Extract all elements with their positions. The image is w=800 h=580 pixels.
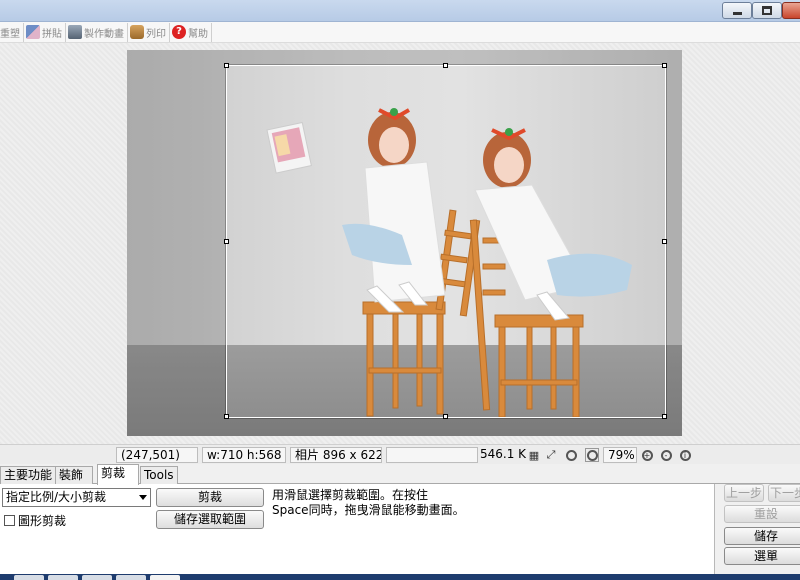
tab-bar: 主要功能 裝飾 剪裁 Tools bbox=[0, 464, 800, 485]
save-button[interactable]: 儲存 bbox=[724, 527, 800, 545]
tab-crop[interactable]: 剪裁 bbox=[97, 464, 139, 485]
toolbar-item-animation[interactable]: 製作動畫 bbox=[66, 22, 128, 42]
shape-crop-checkbox[interactable]: 圖形剪裁 bbox=[4, 512, 66, 529]
zoom-fit-icon[interactable] bbox=[585, 448, 599, 462]
crop-help-text: 用滑鼠選擇剪裁範圍。在按住 Space同時，拖曳滑鼠能移動畫面。 bbox=[272, 488, 532, 518]
crop-panel: 指定比例/大小剪裁 圖形剪裁 剪裁 儲存選取範圍 用滑鼠選擇剪裁範圍。在按住 S… bbox=[0, 484, 714, 574]
print-icon bbox=[130, 25, 144, 39]
crop-handle-bottom-left[interactable] bbox=[224, 414, 229, 419]
crop-mode-select[interactable]: 指定比例/大小剪裁 bbox=[2, 488, 151, 507]
file-size: 546.1 KB bbox=[480, 447, 526, 461]
taskbar-tab[interactable] bbox=[14, 575, 44, 580]
help-line-1: 用滑鼠選擇剪裁範圍。在按住 bbox=[272, 488, 429, 502]
toolbar-item-help[interactable]: ? 幫助 bbox=[170, 22, 212, 42]
toolbar-item-label: 製作動畫 bbox=[84, 28, 124, 40]
save-selection-button[interactable]: 儲存選取範圍 bbox=[156, 510, 264, 529]
animation-icon bbox=[68, 25, 82, 39]
crop-mode-value: 指定比例/大小剪裁 bbox=[6, 490, 107, 504]
crop-handle-top-left[interactable] bbox=[224, 63, 229, 68]
help-icon: ? bbox=[172, 25, 186, 39]
photo-size: 相片 896 x 622 bbox=[290, 447, 382, 463]
taskbar-tab-active[interactable] bbox=[150, 575, 180, 580]
cursor-coords: (247,501) bbox=[116, 447, 198, 463]
shape-crop-label: 圖形剪裁 bbox=[18, 514, 67, 528]
taskbar-tab[interactable] bbox=[116, 575, 146, 580]
taskbar-tab[interactable] bbox=[48, 575, 78, 580]
redo-button[interactable]: 下一步 bbox=[768, 484, 800, 502]
reset-button[interactable]: 重設 bbox=[724, 505, 800, 523]
zoom-level[interactable]: 79% bbox=[603, 447, 637, 463]
close-button[interactable] bbox=[782, 2, 800, 19]
crop-shade-bottom bbox=[226, 418, 666, 436]
checker-icon[interactable]: ▦ bbox=[527, 448, 541, 462]
minimize-icon bbox=[733, 12, 742, 15]
taskbar-strip bbox=[0, 574, 800, 580]
maximize-icon bbox=[762, 6, 772, 15]
selection-size: w:710 h:568 bbox=[202, 447, 286, 463]
checkbox-icon[interactable] bbox=[4, 515, 15, 526]
status-bar: (247,501) w:710 h:568 相片 896 x 622 546.1… bbox=[0, 444, 800, 464]
canvas-area[interactable] bbox=[0, 43, 800, 444]
toolbar-item-template[interactable]: 重塑 bbox=[0, 22, 24, 42]
crop-handle-bottom-right[interactable] bbox=[662, 414, 667, 419]
menu-button[interactable]: 選單 bbox=[724, 547, 800, 565]
status-empty-field bbox=[386, 447, 478, 463]
tab-main-functions[interactable]: 主要功能 bbox=[0, 466, 56, 484]
title-bar bbox=[0, 0, 800, 22]
info-icon[interactable]: i bbox=[678, 448, 692, 462]
toolbar-item-label: 拼貼 bbox=[42, 28, 62, 40]
crop-selection[interactable] bbox=[224, 63, 667, 419]
crop-shade-left bbox=[127, 50, 226, 436]
help-line-2: Space同時，拖曳滑鼠能移動畫面。 bbox=[272, 503, 465, 517]
toolbar-item-paste[interactable]: 拼貼 bbox=[24, 22, 66, 42]
actual-size-icon[interactable] bbox=[564, 448, 578, 462]
toolbar-item-label: 幫助 bbox=[188, 28, 208, 40]
tab-tools[interactable]: Tools bbox=[140, 466, 178, 484]
maximize-button[interactable] bbox=[752, 2, 782, 19]
toolbar: 重塑 拼貼 製作動畫 列印 ? 幫助 bbox=[0, 22, 800, 43]
crop-button[interactable]: 剪裁 bbox=[156, 488, 264, 507]
zoom-out-icon[interactable]: - bbox=[659, 448, 673, 462]
action-sidebar: 上一步 下一步 重設 儲存 選單 bbox=[714, 484, 800, 574]
zoom-in-icon[interactable]: + bbox=[640, 448, 654, 462]
toolbar-item-print[interactable]: 列印 bbox=[128, 22, 170, 42]
fit-screen-icon[interactable]: ⤢ bbox=[544, 448, 558, 462]
crop-handle-right[interactable] bbox=[662, 239, 667, 244]
toolbar-item-label: 重塑 bbox=[0, 28, 20, 40]
undo-button[interactable]: 上一步 bbox=[724, 484, 764, 502]
minimize-button[interactable] bbox=[722, 2, 752, 19]
crop-handle-top[interactable] bbox=[443, 63, 448, 68]
chevron-down-icon bbox=[139, 495, 147, 500]
crop-handle-left[interactable] bbox=[224, 239, 229, 244]
crop-handle-top-right[interactable] bbox=[662, 63, 667, 68]
taskbar-tab[interactable] bbox=[82, 575, 112, 580]
crop-handle-bottom[interactable] bbox=[443, 414, 448, 419]
crop-shade-right bbox=[666, 50, 682, 436]
tab-decoration[interactable]: 裝飾 bbox=[55, 466, 93, 484]
paste-icon bbox=[26, 25, 40, 39]
toolbar-item-label: 列印 bbox=[146, 28, 166, 40]
